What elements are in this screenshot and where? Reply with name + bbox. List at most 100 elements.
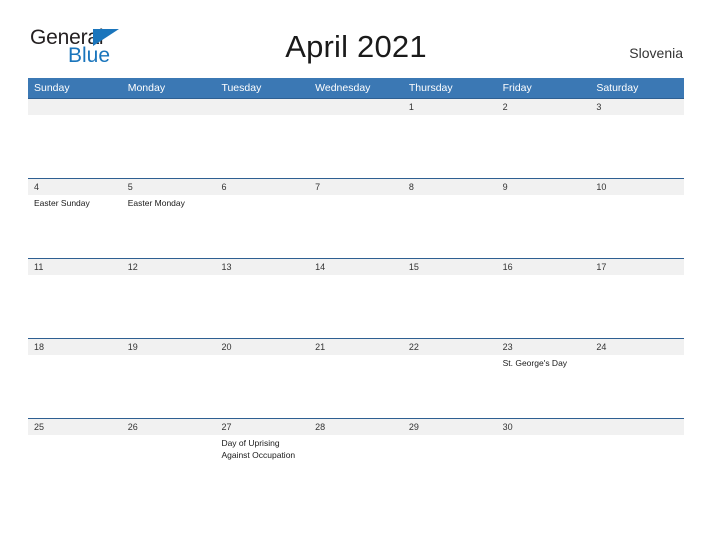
calendar-grid: Sunday Monday Tuesday Wednesday Thursday… [28, 78, 684, 498]
day-number[interactable]: 20 [215, 339, 309, 355]
day-number[interactable] [122, 99, 216, 115]
weekday-header-wednesday: Wednesday [315, 82, 371, 94]
day-cell[interactable]: Day of Uprising Against Occupation [215, 435, 309, 497]
week-row: 11 12 13 14 15 16 17 [28, 258, 684, 338]
day-number[interactable]: 19 [122, 339, 216, 355]
day-number[interactable]: 12 [122, 259, 216, 275]
day-cell[interactable] [122, 355, 216, 417]
day-cell[interactable] [403, 115, 497, 177]
day-cell[interactable] [28, 435, 122, 497]
day-number[interactable]: 25 [28, 419, 122, 435]
page-title: April 2021 [285, 29, 427, 64]
weekday-header-row: Sunday Monday Tuesday Wednesday Thursday… [28, 78, 684, 98]
day-number[interactable]: 30 [497, 419, 591, 435]
day-number[interactable]: 1 [403, 99, 497, 115]
day-cell[interactable] [590, 195, 684, 257]
day-number[interactable]: 16 [497, 259, 591, 275]
weekday-header-monday: Monday [127, 82, 166, 94]
day-number[interactable]: 8 [403, 179, 497, 195]
day-cell[interactable] [122, 115, 216, 177]
day-number[interactable]: 10 [590, 179, 684, 195]
date-band: 1 2 3 [28, 99, 684, 115]
day-number[interactable]: 3 [590, 99, 684, 115]
day-cell[interactable] [403, 275, 497, 337]
day-cell[interactable] [309, 115, 403, 177]
day-cell[interactable] [590, 355, 684, 417]
day-number[interactable]: 28 [309, 419, 403, 435]
day-number[interactable]: 7 [309, 179, 403, 195]
day-cell[interactable] [122, 435, 216, 497]
weekday-header-tuesday: Tuesday [221, 82, 262, 94]
event-label: Easter Monday [127, 198, 185, 208]
day-number[interactable]: 29 [403, 419, 497, 435]
day-cell[interactable]: St. George's Day [497, 355, 591, 417]
date-band: 11 12 13 14 15 16 17 [28, 259, 684, 275]
day-cell[interactable] [590, 115, 684, 177]
day-cell[interactable] [590, 435, 684, 497]
day-number[interactable]: 15 [403, 259, 497, 275]
event-band [28, 115, 684, 177]
event-band: Day of Uprising Against Occupation [28, 435, 684, 497]
day-number[interactable]: 5 [122, 179, 216, 195]
day-number[interactable]: 17 [590, 259, 684, 275]
region-label: Slovenia [629, 45, 683, 61]
week-row: 4 5 6 7 8 9 10 Easter Sunday Easter Mond… [28, 178, 684, 258]
date-band: 18 19 20 21 22 23 24 [28, 339, 684, 355]
day-cell[interactable] [403, 435, 497, 497]
day-number[interactable]: 2 [497, 99, 591, 115]
date-band: 25 26 27 28 29 30 [28, 419, 684, 435]
week-row: 1 2 3 [28, 98, 684, 178]
day-number[interactable] [590, 419, 684, 435]
day-cell[interactable] [309, 355, 403, 417]
day-cell[interactable] [309, 435, 403, 497]
day-cell[interactable] [497, 195, 591, 257]
day-cell[interactable] [28, 115, 122, 177]
day-cell[interactable]: Easter Monday [122, 195, 216, 257]
day-number[interactable]: 24 [590, 339, 684, 355]
day-number[interactable]: 6 [215, 179, 309, 195]
event-label: Easter Sunday [34, 198, 90, 208]
day-number[interactable]: 13 [215, 259, 309, 275]
weekday-header-thursday: Thursday [408, 82, 453, 94]
day-number[interactable]: 4 [28, 179, 122, 195]
event-label: Day of Uprising Against Occupation [221, 438, 296, 460]
day-number[interactable]: 11 [28, 259, 122, 275]
day-cell[interactable] [28, 355, 122, 417]
week-row: 25 26 27 28 29 30 Day of Uprising Agains… [28, 418, 684, 498]
day-cell[interactable] [309, 275, 403, 337]
day-cell[interactable] [215, 115, 309, 177]
day-number[interactable]: 22 [403, 339, 497, 355]
day-cell[interactable]: Easter Sunday [28, 195, 122, 257]
day-cell[interactable] [215, 195, 309, 257]
date-band: 4 5 6 7 8 9 10 [28, 179, 684, 195]
day-cell[interactable] [309, 195, 403, 257]
day-cell[interactable] [28, 275, 122, 337]
day-cell[interactable] [590, 275, 684, 337]
day-cell[interactable] [497, 435, 591, 497]
day-number[interactable]: 23 [497, 339, 591, 355]
day-cell[interactable] [497, 275, 591, 337]
event-band [28, 275, 684, 337]
weekday-header-friday: Friday [502, 82, 532, 94]
day-cell[interactable] [122, 275, 216, 337]
day-cell[interactable] [403, 195, 497, 257]
weekday-header-saturday: Saturday [596, 82, 639, 94]
day-number[interactable]: 27 [215, 419, 309, 435]
day-number[interactable]: 14 [309, 259, 403, 275]
day-cell[interactable] [403, 355, 497, 417]
weekday-header-sunday: Sunday [34, 82, 70, 94]
day-number[interactable] [215, 99, 309, 115]
day-number[interactable] [309, 99, 403, 115]
page-header: General Blue April 2021 Slovenia [0, 0, 712, 76]
event-band: Easter Sunday Easter Monday [28, 195, 684, 257]
day-cell[interactable] [497, 115, 591, 177]
day-cell[interactable] [215, 355, 309, 417]
day-number[interactable]: 18 [28, 339, 122, 355]
event-label: St. George's Day [502, 358, 568, 368]
day-number[interactable]: 9 [497, 179, 591, 195]
day-number[interactable]: 21 [309, 339, 403, 355]
day-number[interactable] [28, 99, 122, 115]
day-number[interactable]: 26 [122, 419, 216, 435]
week-row: 18 19 20 21 22 23 24 St. George's Day [28, 338, 684, 418]
day-cell[interactable] [215, 275, 309, 337]
